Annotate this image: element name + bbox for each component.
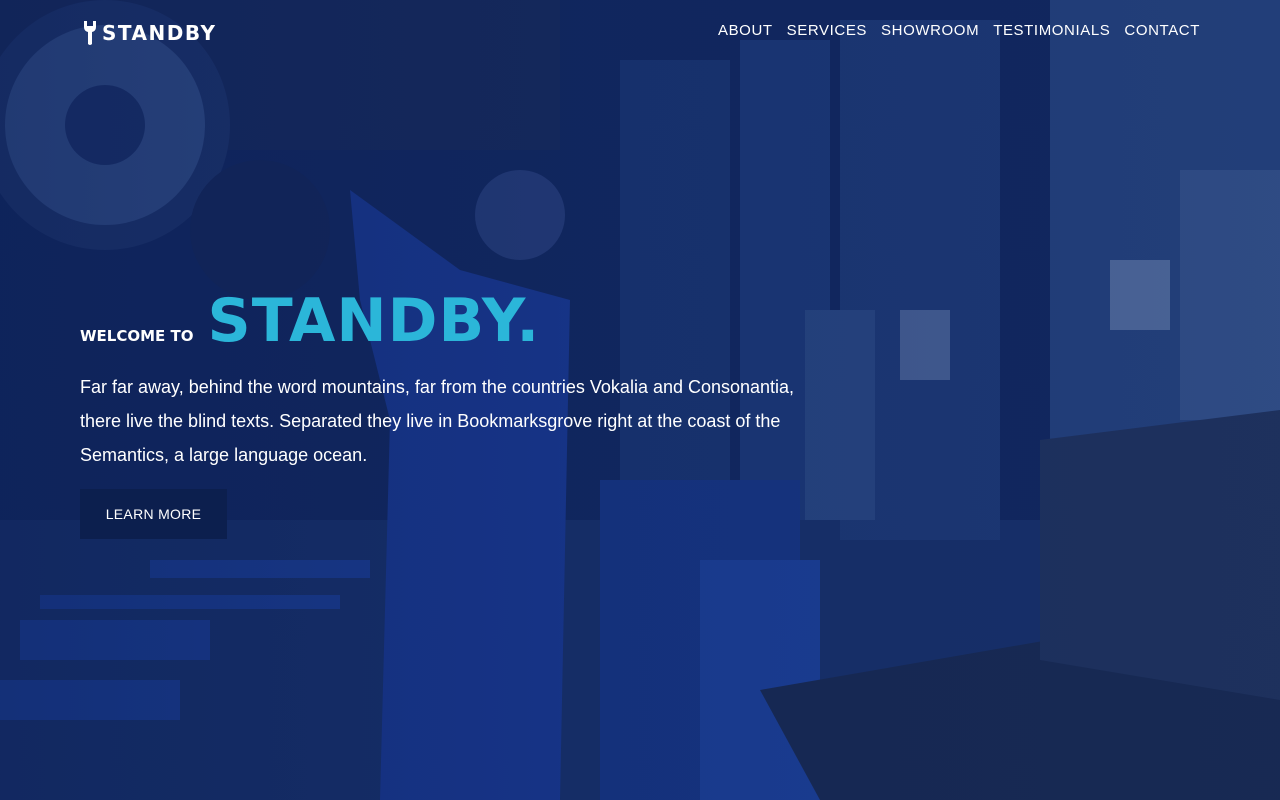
wrench-icon bbox=[84, 21, 96, 45]
nav-item-about: ABOUT bbox=[718, 22, 773, 40]
nav-link-contact[interactable]: CONTACT bbox=[1124, 22, 1200, 39]
main-menu: ABOUT SERVICES SHOWROOM TESTIMONIALS CON… bbox=[718, 22, 1200, 40]
welcome-text: WELCOME TO bbox=[80, 327, 194, 345]
nav-link-testimonials[interactable]: TESTIMONIALS bbox=[993, 22, 1110, 39]
navbar: STANDBY ABOUT SERVICES SHOWROOM TESTIMON… bbox=[0, 0, 1280, 66]
hero-headline: WELCOME TO STANDBY. bbox=[80, 286, 540, 356]
learn-more-button[interactable]: LEARN MORE bbox=[80, 489, 227, 539]
nav-item-showroom: SHOWROOM bbox=[881, 22, 979, 40]
brand-logo[interactable]: STANDBY bbox=[82, 20, 216, 46]
hero-title: STANDBY. bbox=[207, 286, 541, 356]
nav-link-about[interactable]: ABOUT bbox=[718, 22, 773, 39]
hero-section: STANDBY ABOUT SERVICES SHOWROOM TESTIMON… bbox=[0, 0, 1280, 800]
hero-description: Far far away, behind the word mountains,… bbox=[80, 377, 795, 465]
nav-item-contact: CONTACT bbox=[1124, 22, 1200, 40]
nav-item-services: SERVICES bbox=[787, 22, 867, 40]
brand-name: STANDBY bbox=[102, 21, 217, 45]
nav-item-testimonials: TESTIMONIALS bbox=[993, 22, 1110, 40]
nav-link-services[interactable]: SERVICES bbox=[787, 22, 867, 39]
nav-link-showroom[interactable]: SHOWROOM bbox=[881, 22, 979, 39]
